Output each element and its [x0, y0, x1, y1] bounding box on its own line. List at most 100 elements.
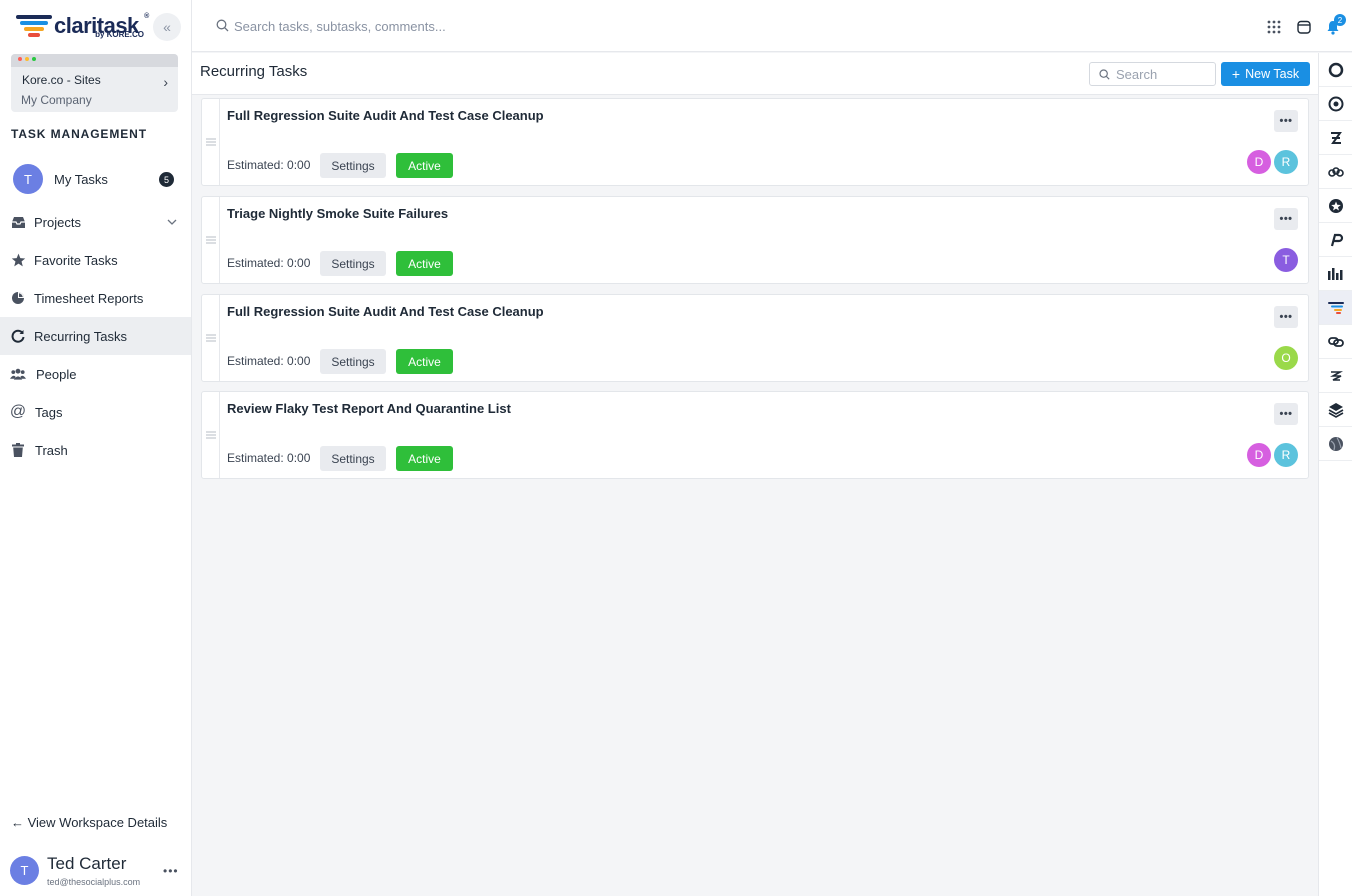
chevron-down-icon	[167, 217, 177, 228]
user-profile[interactable]: T Ted Carter ted@thesocialplus.com •••	[0, 846, 191, 896]
main-header: Recurring Tasks + New Task	[192, 53, 1318, 95]
status-active-button[interactable]: Active	[396, 349, 453, 374]
calendar-icon[interactable]	[1296, 19, 1312, 35]
drag-handle-icon[interactable]	[202, 99, 220, 185]
sidebar-item-people[interactable]: People	[0, 355, 191, 393]
assignee-avatar[interactable]: R	[1274, 443, 1298, 467]
task-search-input[interactable]	[1116, 66, 1211, 82]
search-icon	[216, 19, 229, 37]
status-active-button[interactable]: Active	[396, 153, 453, 178]
sidebar-item-my-tasks[interactable]: T My Tasks 5	[0, 160, 191, 200]
new-task-button[interactable]: + New Task	[1221, 62, 1310, 86]
sidebar-item-label: Timesheet Reports	[34, 290, 144, 306]
settings-button[interactable]: Settings	[320, 251, 386, 276]
chevron-right-icon: ›	[163, 74, 168, 90]
estimated-time: Estimated: 0:00	[227, 158, 311, 172]
task-title[interactable]: Full Regression Suite Audit And Test Cas…	[227, 304, 544, 319]
logo-mark-icon	[16, 15, 52, 37]
sidebar-item-label: Trash	[35, 442, 68, 458]
ring-app-icon[interactable]	[1319, 53, 1352, 87]
claritask-logo[interactable]: claritask ® by KORE.CO	[16, 10, 149, 42]
ellipsis-icon: •••	[1279, 408, 1293, 420]
p-app-icon[interactable]	[1319, 223, 1352, 257]
chain-app-icon[interactable]	[1319, 155, 1352, 189]
status-active-button[interactable]: Active	[396, 446, 453, 471]
assignee-avatar[interactable]: D	[1247, 150, 1271, 174]
sidebar-item-recurring-tasks[interactable]: Recurring Tasks	[0, 317, 191, 355]
user-name: Ted Carter	[47, 854, 127, 873]
bell-icon[interactable]: 2	[1325, 14, 1346, 35]
globe-app-icon[interactable]	[1319, 427, 1352, 461]
view-workspace-details-link[interactable]: ← View Workspace Details	[11, 815, 167, 830]
link-app-icon[interactable]	[1319, 325, 1352, 359]
sidebar-item-label: Favorite Tasks	[34, 252, 118, 268]
workspace-switcher[interactable]: Kore.co - Sites My Company ›	[11, 54, 178, 112]
badge-app-icon[interactable]	[1319, 189, 1352, 223]
sidebar-item-timesheet-reports[interactable]: Timesheet Reports	[0, 279, 191, 317]
sidebar-item-favorite-tasks[interactable]: Favorite Tasks	[0, 241, 191, 279]
sidebar: claritask ® by KORE.CO « Kore.co - Sites…	[0, 0, 192, 896]
sidebar-item-label: My Tasks	[54, 172, 108, 187]
settings-button[interactable]: Settings	[320, 153, 386, 178]
task-search-box[interactable]	[1089, 62, 1216, 86]
assignee-list: O	[1274, 346, 1298, 370]
assignee-avatar[interactable]: R	[1274, 150, 1298, 174]
assignee-list: DR	[1247, 443, 1298, 467]
more-options-button[interactable]: •••	[1274, 403, 1298, 425]
more-options-button[interactable]: •••	[1274, 306, 1298, 328]
app-switcher-rail	[1318, 53, 1352, 896]
layers-app-icon[interactable]	[1319, 393, 1352, 427]
more-options-button[interactable]: •••	[1274, 208, 1298, 230]
claritask-app-icon[interactable]	[1319, 291, 1352, 325]
swirl-app-icon[interactable]	[1319, 359, 1352, 393]
global-search-input[interactable]	[234, 16, 734, 36]
sidebar-item-projects[interactable]: Projects	[0, 203, 191, 241]
sidebar-item-label: Recurring Tasks	[34, 328, 127, 344]
status-active-button[interactable]: Active	[396, 251, 453, 276]
task-card[interactable]: Triage Nightly Smoke Suite Failures ••• …	[201, 196, 1309, 284]
drag-handle-icon[interactable]	[202, 392, 220, 478]
refresh-icon	[10, 328, 26, 344]
assignee-avatar[interactable]: D	[1247, 443, 1271, 467]
notification-count-badge: 2	[1334, 14, 1346, 26]
sidebar-item-label: Tags	[35, 404, 63, 420]
drag-handle-icon[interactable]	[202, 295, 220, 381]
drag-handle-icon[interactable]	[202, 197, 220, 283]
ellipsis-icon: •••	[1279, 311, 1293, 323]
section-title: TASK MANAGEMENT	[11, 127, 147, 141]
avatar: T	[13, 164, 43, 194]
task-card[interactable]: Review Flaky Test Report And Quarantine …	[201, 391, 1309, 479]
avatar: T	[10, 856, 39, 885]
assignee-avatar[interactable]: O	[1274, 346, 1298, 370]
search-icon	[1099, 69, 1110, 80]
settings-button[interactable]: Settings	[320, 446, 386, 471]
sidebar-item-tags[interactable]: @ Tags	[0, 393, 191, 431]
user-email: ted@thesocialplus.com	[47, 877, 141, 887]
collapse-sidebar-button[interactable]: «	[153, 13, 181, 41]
apps-grid-icon[interactable]	[1266, 19, 1282, 35]
task-card[interactable]: Full Regression Suite Audit And Test Cas…	[201, 294, 1309, 382]
target-app-icon[interactable]	[1319, 87, 1352, 121]
assignee-list: T	[1274, 248, 1298, 272]
sidebar-item-trash[interactable]: Trash	[0, 431, 191, 469]
workspace-window-bar	[11, 54, 178, 67]
user-menu-button[interactable]: •••	[163, 864, 179, 878]
task-title[interactable]: Review Flaky Test Report And Quarantine …	[227, 401, 511, 416]
top-bar: 2	[192, 0, 1352, 52]
settings-button[interactable]: Settings	[320, 349, 386, 374]
star-icon	[10, 252, 26, 268]
assignee-avatar[interactable]: T	[1274, 248, 1298, 272]
workspace-company: My Company	[21, 93, 92, 107]
bars-app-icon[interactable]	[1319, 257, 1352, 291]
more-options-button[interactable]: •••	[1274, 110, 1298, 132]
task-title[interactable]: Triage Nightly Smoke Suite Failures	[227, 206, 448, 221]
sidebar-item-label: People	[36, 366, 77, 382]
workspace-name: Kore.co - Sites	[22, 73, 101, 87]
estimated-time: Estimated: 0:00	[227, 256, 311, 270]
ellipsis-icon: •••	[1279, 115, 1293, 127]
task-card[interactable]: Full Regression Suite Audit And Test Cas…	[201, 98, 1309, 186]
estimated-time: Estimated: 0:00	[227, 451, 311, 465]
task-count-badge: 5	[159, 172, 174, 187]
script-app-icon[interactable]	[1319, 121, 1352, 155]
task-title[interactable]: Full Regression Suite Audit And Test Cas…	[227, 108, 544, 123]
